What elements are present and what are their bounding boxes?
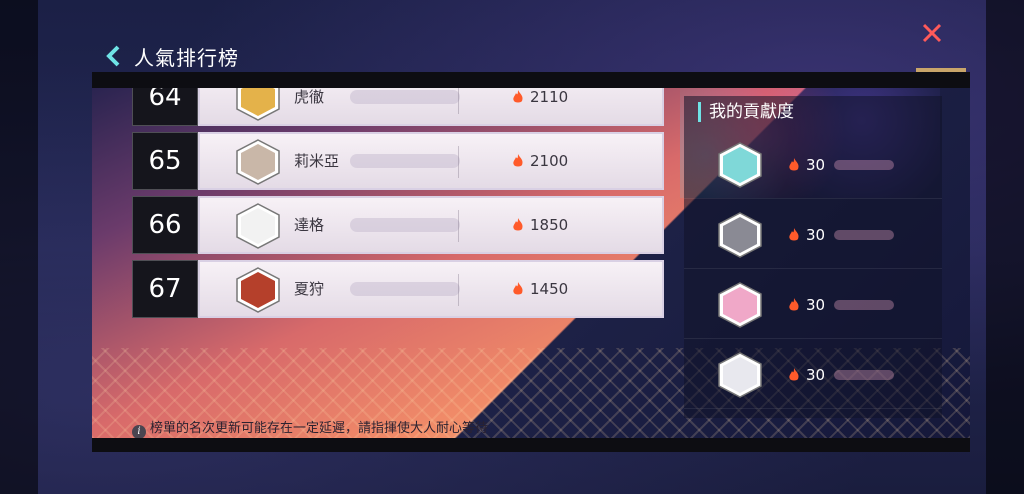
flame-icon	[789, 158, 799, 171]
flame-icon	[513, 282, 523, 295]
contribution-value: 30	[788, 200, 825, 270]
rank-number: 67	[132, 260, 198, 318]
ranking-card[interactable]: 虎徹 2110	[198, 88, 664, 126]
character-avatar-icon	[236, 139, 280, 185]
contribution-number: 30	[806, 226, 826, 244]
rank-number: 66	[132, 196, 198, 254]
ranking-card[interactable]: 莉米亞 2100	[198, 132, 664, 190]
ranking-row[interactable]: 66 達格 1850	[132, 196, 664, 254]
blurred-info	[350, 282, 460, 296]
character-avatar-icon	[718, 212, 762, 258]
blurred-info	[834, 300, 894, 310]
contribution-title: 我的貢獻度	[698, 102, 794, 122]
contribution-number: 30	[806, 366, 826, 384]
notice-text: 榜單的名次更新可能存在一定延遲，請指揮使大人耐心等待	[150, 421, 489, 436]
left-edge-shadow	[0, 0, 38, 494]
score-value: 1450	[530, 280, 569, 298]
flame-icon	[789, 228, 799, 241]
ranking-notice: i 榜單的名次更新可能存在一定延遲，請指揮使大人耐心等待	[132, 420, 488, 438]
flame-icon	[789, 368, 799, 381]
close-button[interactable]	[920, 22, 944, 44]
contribution-value: 30	[788, 130, 825, 200]
popularity-score: 1850	[512, 198, 568, 252]
contribution-number: 30	[806, 156, 826, 174]
popularity-score: 2100	[512, 134, 568, 188]
contribution-row[interactable]: 30	[684, 130, 942, 199]
chevron-left-icon	[106, 45, 120, 67]
my-contribution-panel[interactable]: 我的貢獻度 30 30 30 30	[684, 96, 942, 418]
popularity-score: 1450	[512, 262, 568, 316]
ranking-row[interactable]: 67 夏狩 1450	[132, 260, 664, 318]
blurred-info	[834, 160, 894, 170]
character-avatar-icon	[718, 352, 762, 398]
info-icon: i	[132, 425, 146, 438]
contribution-row[interactable]: 30	[684, 340, 942, 409]
card-divider	[458, 146, 459, 178]
card-divider	[458, 210, 459, 242]
character-avatar-icon	[236, 267, 280, 313]
back-button[interactable]	[104, 44, 128, 68]
character-name: 夏狩	[294, 280, 325, 298]
contribution-row[interactable]: 30	[684, 200, 942, 269]
ranking-row[interactable]: 64 虎徹 2110	[132, 88, 664, 126]
character-avatar-icon	[236, 203, 280, 249]
ranking-panel: 64 虎徹 2110 65 莉米亞 2100 66 達格 1850 67 夏狩 …	[92, 72, 970, 452]
ranking-card[interactable]: 夏狩 1450	[198, 260, 664, 318]
ranking-row[interactable]: 65 莉米亞 2100	[132, 132, 664, 190]
contribution-value: 30	[788, 270, 825, 340]
ranking-panel-body: 64 虎徹 2110 65 莉米亞 2100 66 達格 1850 67 夏狩 …	[92, 88, 970, 438]
contribution-row[interactable]: 30	[684, 270, 942, 339]
flame-icon	[513, 90, 523, 103]
blurred-info	[834, 370, 894, 380]
flame-icon	[513, 218, 523, 231]
contribution-value: 30	[788, 340, 825, 410]
flame-icon	[789, 298, 799, 311]
card-divider	[458, 274, 459, 306]
rank-number: 65	[132, 132, 198, 190]
character-name: 達格	[294, 216, 325, 234]
score-value: 2110	[530, 88, 569, 106]
character-name: 虎徹	[294, 88, 325, 106]
ranking-card[interactable]: 達格 1850	[198, 196, 664, 254]
blurred-info	[350, 218, 460, 232]
card-divider	[458, 88, 459, 114]
blurred-info	[350, 90, 460, 104]
close-icon	[922, 23, 942, 43]
rank-number: 64	[132, 88, 198, 126]
popularity-score: 2110	[512, 88, 568, 124]
flame-icon	[513, 154, 523, 167]
contribution-number: 30	[806, 296, 826, 314]
blurred-info	[834, 230, 894, 240]
page-title: 人氣排行榜	[134, 46, 239, 70]
score-value: 2100	[530, 152, 569, 170]
character-avatar-icon	[718, 282, 762, 328]
score-value: 1850	[530, 216, 569, 234]
character-name: 莉米亞	[294, 152, 340, 170]
blurred-info	[350, 154, 460, 168]
character-avatar-icon	[718, 142, 762, 188]
right-edge-shadow	[986, 0, 1024, 494]
character-avatar-icon	[236, 88, 280, 121]
